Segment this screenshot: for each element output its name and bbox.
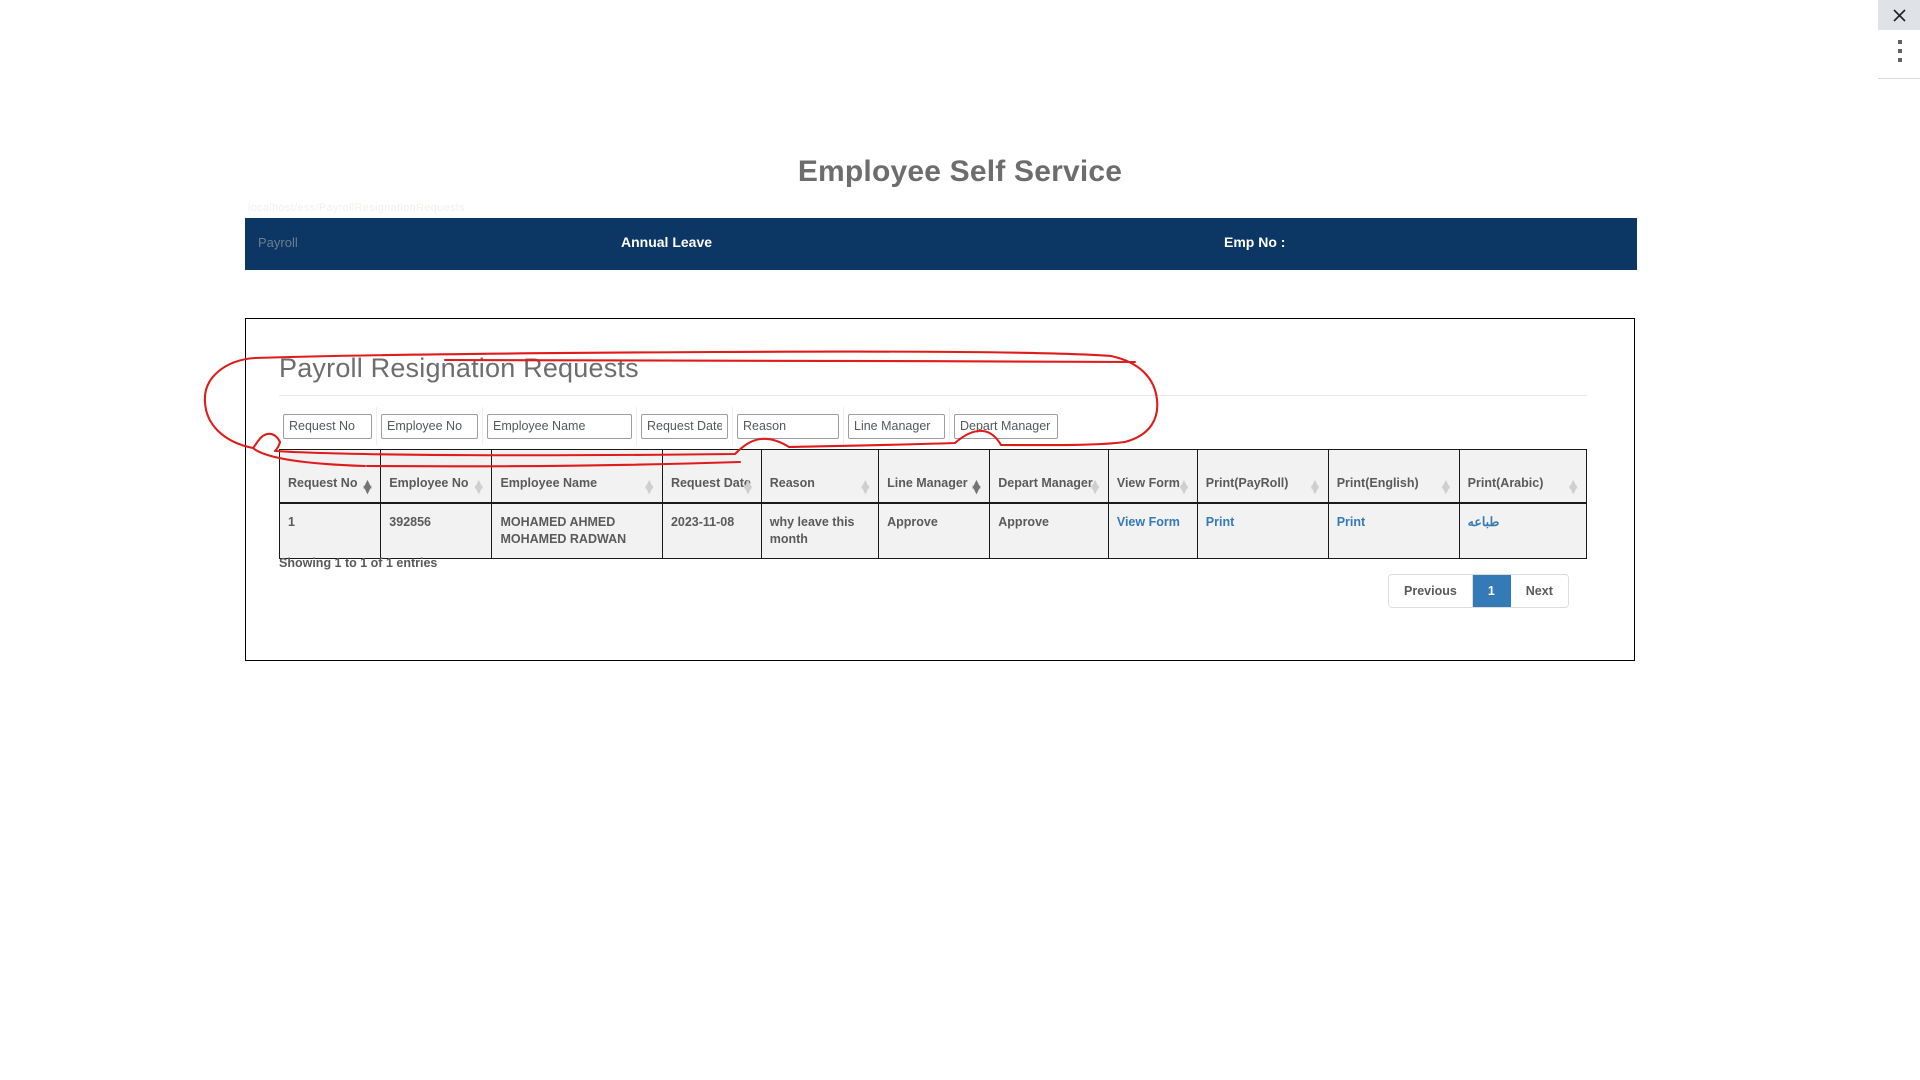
- filter-cell-line-manager: [844, 407, 950, 445]
- cell-depart-manager: Approve: [989, 502, 1109, 559]
- kebab-menu-icon[interactable]: [1892, 40, 1908, 62]
- close-icon[interactable]: [1878, 0, 1920, 30]
- filter-cell-depart-manager: [950, 407, 1062, 445]
- link-print-payroll[interactable]: Print: [1206, 515, 1234, 529]
- filter-input-request-date[interactable]: [641, 413, 728, 439]
- chrome-divider: [1878, 78, 1920, 79]
- filter-input-employee-name[interactable]: [487, 413, 632, 439]
- sort-both-icon[interactable]: ▲ ▼: [861, 478, 872, 495]
- table-body: 1 392856 MOHAMED AHMED MOHAMED RADWAN 2023-…: [278, 502, 1588, 559]
- top-navbar: Payroll Annual Leave Emp No :: [245, 218, 1637, 270]
- column-header-label: Reason: [769, 475, 815, 490]
- sort-both-icon[interactable]: ▲ ▼: [1442, 478, 1453, 495]
- cell-line-manager: Approve: [878, 502, 991, 559]
- navbar-emp-no: Emp No :: [1224, 234, 1286, 250]
- sort-both-icon[interactable]: ▲ ▼: [1569, 478, 1580, 495]
- link-print-arabic[interactable]: طباعه: [1468, 515, 1500, 529]
- sort-both-icon[interactable]: ▲ ▼: [1180, 478, 1191, 495]
- pagination-next[interactable]: Next: [1510, 575, 1568, 607]
- sort-both-icon[interactable]: ▲ ▼: [1311, 478, 1322, 495]
- cell-print-english[interactable]: Print: [1327, 502, 1460, 559]
- cell-request-no: 1: [278, 502, 382, 559]
- sort-asc-icon[interactable]: ▲ ▼: [972, 478, 983, 495]
- column-header-label: Print(Arabic): [1467, 475, 1544, 490]
- column-header-employee-no[interactable]: Employee No ▲ ▼: [380, 449, 493, 504]
- filter-cell-reason: [733, 407, 844, 445]
- filter-input-reason[interactable]: [737, 413, 839, 439]
- cell-print-payroll[interactable]: Print: [1196, 502, 1329, 559]
- column-header-reason[interactable]: Reason ▲ ▼: [760, 449, 880, 504]
- filter-input-line-manager[interactable]: [848, 413, 945, 439]
- table-row: 1 392856 MOHAMED AHMED MOHAMED RADWAN 2023-…: [278, 502, 1588, 559]
- column-header-employee-name[interactable]: Employee Name ▲ ▼: [491, 449, 663, 504]
- column-header-label: Employee Name: [500, 475, 598, 490]
- column-header-request-no[interactable]: Request No ▲ ▼: [278, 449, 382, 504]
- sort-both-icon[interactable]: ▲ ▼: [744, 478, 755, 495]
- table-header-row: Request No ▲ ▼ Employee No ▲ ▼ Employee Name ▲ ▼…: [278, 449, 1588, 504]
- sort-both-icon[interactable]: ▲ ▼: [1091, 478, 1102, 495]
- pagination: Previous 1 Next: [1388, 574, 1569, 608]
- column-header-print-arabic[interactable]: Print(Arabic) ▲ ▼: [1458, 449, 1588, 504]
- pagination-previous[interactable]: Previous: [1389, 575, 1473, 607]
- app-root: Employee Self Service localhost/ess/Payr…: [0, 0, 1920, 1080]
- cell-print-arabic[interactable]: طباعه: [1458, 502, 1588, 559]
- link-view-form[interactable]: View Form: [1117, 515, 1180, 529]
- column-header-line-manager[interactable]: Line Manager ▲ ▼: [878, 449, 991, 504]
- column-header-view-form[interactable]: View Form ▲ ▼: [1107, 449, 1198, 504]
- column-header-print-payroll[interactable]: Print(PayRoll) ▲ ▼: [1196, 449, 1329, 504]
- cell-view-form[interactable]: View Form: [1107, 502, 1198, 559]
- pagination-page-1[interactable]: 1: [1472, 575, 1511, 607]
- column-header-label: View Form: [1116, 475, 1180, 490]
- filter-cell-employee-name: [483, 407, 637, 445]
- entries-summary: Showing 1 to 1 of 1 entries: [279, 556, 438, 570]
- column-header-request-date[interactable]: Request Date ▲ ▼: [661, 449, 762, 504]
- card-title: Payroll Resignation Requests: [279, 353, 639, 383]
- filter-input-request-no[interactable]: [283, 413, 372, 439]
- column-header-label: Request No: [288, 475, 358, 490]
- filter-input-depart-manager[interactable]: [954, 413, 1058, 439]
- cell-employee-no: 392856: [380, 502, 493, 559]
- filter-input-employee-no[interactable]: [381, 413, 478, 439]
- column-header-label: Print(English): [1336, 475, 1419, 490]
- column-header-label: Print(PayRoll): [1205, 475, 1289, 490]
- cell-employee-name: MOHAMED AHMED MOHAMED RADWAN: [491, 502, 663, 559]
- column-header-label: Request Date: [670, 475, 751, 490]
- navbar-brand[interactable]: Payroll: [258, 235, 298, 250]
- cell-request-date: 2023-11-08: [661, 502, 762, 559]
- filter-cell-employee-no: [377, 407, 483, 445]
- ghost-status-text: localhost/ess/PayrollResignationRequests: [248, 202, 465, 214]
- column-header-label: Line Manager: [887, 475, 968, 490]
- content-card: Payroll Resignation Requests Request No ▲…: [245, 318, 1635, 661]
- page-title: Employee Self Service: [797, 155, 1123, 188]
- column-header-label: Depart Manager: [998, 475, 1093, 490]
- title-divider: [279, 395, 1587, 396]
- filter-cell-request-no: [279, 407, 377, 445]
- column-header-label: Employee No: [389, 475, 469, 490]
- column-filter-row: [279, 407, 1587, 445]
- navbar-item-annual-leave[interactable]: Annual Leave: [621, 234, 712, 250]
- sort-both-icon[interactable]: ▲ ▼: [645, 478, 656, 495]
- sort-both-icon[interactable]: ▲ ▼: [474, 478, 485, 495]
- column-header-depart-manager[interactable]: Depart Manager ▲ ▼: [989, 449, 1109, 504]
- sort-desc-icon[interactable]: ▲ ▼: [363, 478, 374, 495]
- column-header-print-english[interactable]: Print(English) ▲ ▼: [1327, 449, 1460, 504]
- filter-cell-request-date: [637, 407, 733, 445]
- resignation-requests-table: Request No ▲ ▼ Employee No ▲ ▼ Employee Name ▲ ▼…: [278, 449, 1588, 559]
- cell-reason: why leave this month: [760, 502, 880, 559]
- link-print-english[interactable]: Print: [1337, 515, 1365, 529]
